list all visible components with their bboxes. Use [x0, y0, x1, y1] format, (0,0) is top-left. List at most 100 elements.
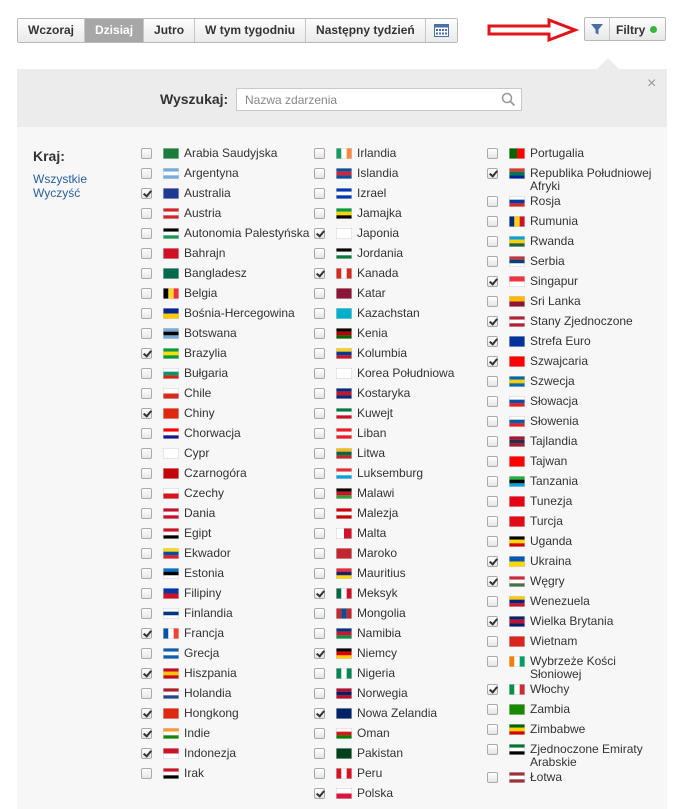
country-item-irak[interactable]: Irak: [141, 765, 311, 785]
country-item-mongolia[interactable]: Mongolia: [314, 605, 484, 625]
country-checkbox[interactable]: [141, 748, 152, 759]
country-checkbox[interactable]: [141, 508, 152, 519]
country-item-chiny[interactable]: Chiny: [141, 405, 311, 425]
country-checkbox[interactable]: [487, 216, 498, 227]
country-item-jordania[interactable]: Jordania: [314, 245, 484, 265]
country-checkbox[interactable]: [487, 436, 498, 447]
country-item-australia[interactable]: Australia: [141, 185, 311, 205]
country-checkbox[interactable]: [141, 268, 152, 279]
country-item-polska[interactable]: Polska: [314, 785, 484, 805]
country-checkbox[interactable]: [487, 316, 498, 327]
country-item-kanada[interactable]: Kanada: [314, 265, 484, 285]
country-checkbox[interactable]: [141, 428, 152, 439]
country-checkbox[interactable]: [141, 708, 152, 719]
country-item-wlochy[interactable]: Włochy: [487, 681, 657, 701]
country-item-malta[interactable]: Malta: [314, 525, 484, 545]
country-checkbox[interactable]: [487, 496, 498, 507]
country-item-japonia[interactable]: Japonia: [314, 225, 484, 245]
country-item-tajwan[interactable]: Tajwan: [487, 453, 657, 473]
country-checkbox[interactable]: [314, 788, 325, 799]
country-item-sri-lanka[interactable]: Sri Lanka: [487, 293, 657, 313]
country-checkbox[interactable]: [314, 368, 325, 379]
country-checkbox[interactable]: [487, 396, 498, 407]
country-item-wietnam[interactable]: Wietnam: [487, 633, 657, 653]
country-item-ekwador[interactable]: Ekwador: [141, 545, 311, 565]
tab-yesterday[interactable]: Wczoraj: [18, 19, 86, 42]
country-checkbox[interactable]: [314, 728, 325, 739]
country-item-islandia[interactable]: Islandia: [314, 165, 484, 185]
country-item-botswana[interactable]: Botswana: [141, 325, 311, 345]
country-checkbox[interactable]: [314, 288, 325, 299]
country-item-zjednoczone-emiraty-arabskie[interactable]: Zjednoczone Emiraty Arabskie: [487, 741, 657, 769]
country-checkbox[interactable]: [487, 296, 498, 307]
country-checkbox[interactable]: [314, 508, 325, 519]
country-item-mauritius[interactable]: Mauritius: [314, 565, 484, 585]
country-item-hongkong[interactable]: Hongkong: [141, 705, 311, 725]
country-checkbox[interactable]: [487, 772, 498, 783]
country-checkbox[interactable]: [487, 704, 498, 715]
country-item-korea-poludniowa[interactable]: Korea Południowa: [314, 365, 484, 385]
country-checkbox[interactable]: [314, 168, 325, 179]
country-item-pakistan[interactable]: Pakistan: [314, 745, 484, 765]
country-checkbox[interactable]: [487, 656, 498, 667]
country-item-bulgaria[interactable]: Bułgaria: [141, 365, 311, 385]
country-item-litwa[interactable]: Litwa: [314, 445, 484, 465]
country-checkbox[interactable]: [314, 648, 325, 659]
country-item-holandia[interactable]: Holandia: [141, 685, 311, 705]
country-item-wegry[interactable]: Węgry: [487, 573, 657, 593]
country-item-belgia[interactable]: Belgia: [141, 285, 311, 305]
country-item-norwegia[interactable]: Norwegia: [314, 685, 484, 705]
country-item-zimbabwe[interactable]: Zimbabwe: [487, 721, 657, 741]
country-item-lotwa[interactable]: Łotwa: [487, 769, 657, 789]
country-checkbox[interactable]: [141, 168, 152, 179]
country-checkbox[interactable]: [314, 208, 325, 219]
country-item-tunezja[interactable]: Tunezja: [487, 493, 657, 513]
country-checkbox[interactable]: [487, 576, 498, 587]
country-item-meksyk[interactable]: Meksyk: [314, 585, 484, 605]
country-item-chorwacja[interactable]: Chorwacja: [141, 425, 311, 445]
country-item-nowa-zelandia[interactable]: Nowa Zelandia: [314, 705, 484, 725]
country-checkbox[interactable]: [487, 196, 498, 207]
country-checkbox[interactable]: [141, 648, 152, 659]
country-item-oman[interactable]: Oman: [314, 725, 484, 745]
country-item-wielka-brytania[interactable]: Wielka Brytania: [487, 613, 657, 633]
country-checkbox[interactable]: [487, 416, 498, 427]
country-item-liban[interactable]: Liban: [314, 425, 484, 445]
country-item-bahrajn[interactable]: Bahrajn: [141, 245, 311, 265]
country-item-irlandia[interactable]: Irlandia: [314, 145, 484, 165]
country-checkbox[interactable]: [487, 636, 498, 647]
close-icon[interactable]: ×: [647, 75, 656, 93]
country-checkbox[interactable]: [141, 768, 152, 779]
clear-all-link[interactable]: Wyczyść: [33, 186, 87, 200]
country-checkbox[interactable]: [141, 468, 152, 479]
country-checkbox[interactable]: [487, 684, 498, 695]
country-checkbox[interactable]: [141, 528, 152, 539]
country-checkbox[interactable]: [314, 548, 325, 559]
country-item-ukraina[interactable]: Ukraina: [487, 553, 657, 573]
country-checkbox[interactable]: [141, 728, 152, 739]
country-item-slowacja[interactable]: Słowacja: [487, 393, 657, 413]
tab-this-week[interactable]: W tym tygodniu: [195, 19, 307, 42]
country-item-malawi[interactable]: Malawi: [314, 485, 484, 505]
country-checkbox[interactable]: [487, 536, 498, 547]
country-checkbox[interactable]: [314, 528, 325, 539]
country-checkbox[interactable]: [314, 428, 325, 439]
country-item-katar[interactable]: Katar: [314, 285, 484, 305]
country-checkbox[interactable]: [314, 248, 325, 259]
country-checkbox[interactable]: [314, 188, 325, 199]
country-item-grecja[interactable]: Grecja: [141, 645, 311, 665]
country-item-kenia[interactable]: Kenia: [314, 325, 484, 345]
country-checkbox[interactable]: [487, 724, 498, 735]
country-checkbox[interactable]: [314, 328, 325, 339]
country-checkbox[interactable]: [487, 744, 498, 755]
country-checkbox[interactable]: [487, 616, 498, 627]
country-item-indie[interactable]: Indie: [141, 725, 311, 745]
country-item-peru[interactable]: Peru: [314, 765, 484, 785]
country-item-bangladesz[interactable]: Bangladesz: [141, 265, 311, 285]
country-item-arabia-saudyjska[interactable]: Arabia Saudyjska: [141, 145, 311, 165]
country-checkbox[interactable]: [141, 348, 152, 359]
country-item-chile[interactable]: Chile: [141, 385, 311, 405]
country-checkbox[interactable]: [314, 588, 325, 599]
country-checkbox[interactable]: [141, 448, 152, 459]
country-checkbox[interactable]: [141, 368, 152, 379]
